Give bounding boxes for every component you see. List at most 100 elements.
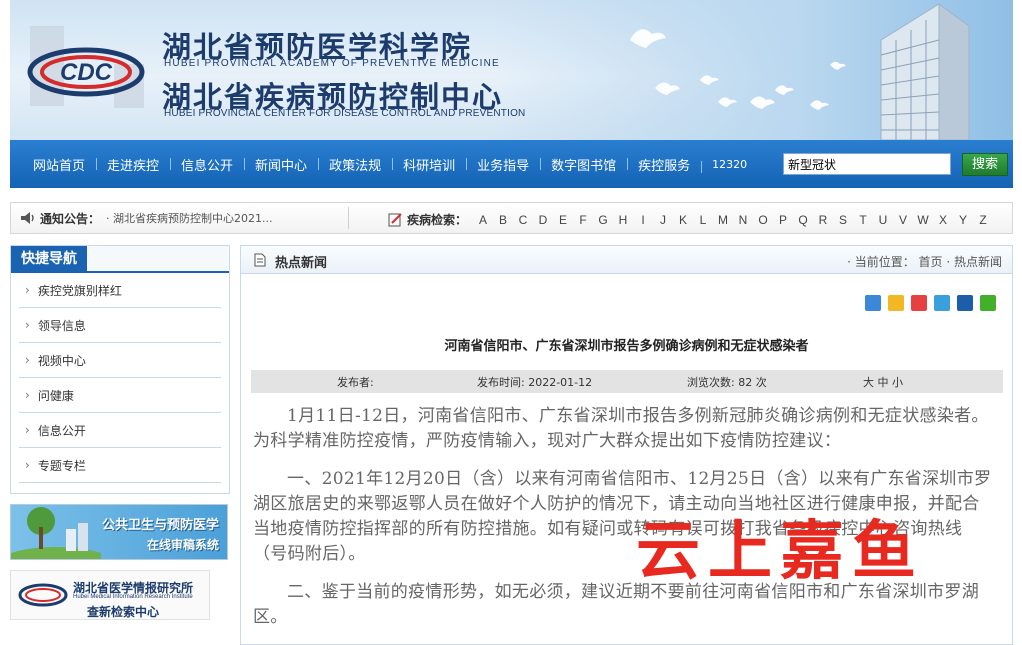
quick-nav-title: 快捷导航 bbox=[11, 246, 87, 273]
search-center-label: 查新检索中心 bbox=[87, 605, 160, 619]
nav-about[interactable]: 走进疾控 bbox=[96, 155, 170, 174]
chevron-right-icon: › bbox=[25, 458, 30, 472]
letter-j[interactable]: J bbox=[653, 213, 673, 227]
letter-y[interactable]: Y bbox=[953, 213, 973, 227]
quick-nav-panel: 快捷导航 › 疾控党旗别样红 › 领导信息 › 视频中心 › 问健康 › 信息公开 › 专题… bbox=[10, 245, 230, 494]
meta-publisher: 发布者: bbox=[337, 376, 374, 389]
nav-research[interactable]: 科研培训 bbox=[392, 155, 466, 174]
letter-e[interactable]: E bbox=[553, 213, 573, 227]
sidebar-item-video[interactable]: › 视频中心 bbox=[19, 343, 221, 378]
disease-index: 疾病检索： A B C D E F G H I J K L M N O P Q … bbox=[387, 211, 993, 228]
speaker-icon bbox=[21, 212, 34, 224]
institute-name-en: Hubei Medical Information Research Insti… bbox=[73, 594, 193, 600]
meta-views: 浏览次数: 82 次 bbox=[687, 376, 767, 389]
notice-divider bbox=[348, 207, 349, 229]
search-button[interactable]: 搜索 bbox=[962, 153, 1008, 176]
sidebar-item-label: 疾控党旗别样红 bbox=[37, 283, 122, 298]
notice-label: 通知公告： bbox=[40, 211, 101, 226]
letter-b[interactable]: B bbox=[493, 213, 513, 227]
letter-v[interactable]: V bbox=[893, 213, 913, 227]
letter-w[interactable]: W bbox=[913, 213, 933, 227]
chevron-right-icon: › bbox=[25, 388, 30, 402]
share-qzone-icon[interactable] bbox=[888, 295, 904, 311]
sidebar-item-topics[interactable]: › 专题专栏 bbox=[19, 448, 221, 483]
sidebar-item-party[interactable]: › 疾控党旗别样红 bbox=[19, 273, 221, 308]
nav-news[interactable]: 新闻中心 bbox=[244, 155, 318, 174]
letter-d[interactable]: D bbox=[533, 213, 553, 227]
article-title: 河南省信阳市、广东省深圳市报告多例确诊病例和无症状感染者 bbox=[444, 339, 809, 354]
article-paragraph: 1月11日-12日，河南省信阳市、广东省深圳市报告多例新冠肺炎确诊病例和无症状感… bbox=[253, 406, 989, 451]
building-illustration bbox=[880, 3, 970, 140]
nav-home[interactable]: 网站首页 bbox=[22, 155, 96, 174]
search-input[interactable] bbox=[783, 153, 951, 175]
sidebar-item-label: 问健康 bbox=[37, 388, 74, 403]
sidebar-item-label: 领导信息 bbox=[37, 318, 86, 333]
letter-s[interactable]: S bbox=[833, 213, 853, 227]
notice-link[interactable]: · 湖北省疾病预防控制中心2021... bbox=[106, 210, 326, 226]
sidebar-item-leaders[interactable]: › 领导信息 bbox=[19, 308, 221, 343]
notice-bar: 通知公告： · 湖北省疾病预防控制中心2021... 疾病检索： A B C D… bbox=[10, 202, 1013, 234]
letter-l[interactable]: L bbox=[693, 213, 713, 227]
chevron-right-icon: › bbox=[25, 353, 30, 367]
letter-t[interactable]: T bbox=[853, 213, 873, 227]
font-size-switcher[interactable]: 大 中 小 bbox=[863, 374, 903, 390]
document-icon bbox=[254, 253, 266, 267]
letter-u[interactable]: U bbox=[873, 213, 893, 227]
cdc-logo[interactable]: CDC bbox=[24, 24, 148, 110]
share-renren-icon[interactable] bbox=[957, 295, 973, 311]
letter-o[interactable]: O bbox=[753, 213, 773, 227]
institute-logo bbox=[18, 583, 68, 607]
nav-policy[interactable]: 政策法规 bbox=[318, 155, 392, 174]
main-nav: 网站首页 走进疾控 信息公开 新闻中心 政策法规 科研培训 业务指导 数字图书馆… bbox=[10, 140, 1013, 188]
breadcrumb[interactable]: · 当前位置： 首页 · 热点新闻 bbox=[847, 253, 1002, 270]
chevron-right-icon: › bbox=[25, 423, 30, 437]
sidebar-item-label: 视频中心 bbox=[37, 353, 86, 368]
journal-banner-line1: 公共卫生与预防医学 bbox=[101, 518, 219, 533]
meta-date: 发布时间: 2022-01-12 bbox=[477, 376, 593, 389]
letter-f[interactable]: F bbox=[573, 213, 593, 227]
chevron-right-icon: › bbox=[25, 318, 30, 332]
share-wechat-icon[interactable] bbox=[980, 295, 996, 311]
disease-index-label: 疾病检索： bbox=[407, 213, 468, 227]
article-meta: 发布者: 发布时间: 2022-01-12 浏览次数: 82 次 大 中 小 bbox=[251, 370, 1003, 393]
nav-info-public[interactable]: 信息公开 bbox=[170, 155, 244, 174]
letter-z[interactable]: Z bbox=[973, 213, 993, 227]
journal-review-banner[interactable]: 公共卫生与预防医学 在线审稿系统 bbox=[10, 504, 228, 560]
nav-library[interactable]: 数字图书馆 bbox=[540, 155, 627, 174]
doves-decoration bbox=[630, 29, 846, 110]
letter-c[interactable]: C bbox=[513, 213, 533, 227]
letter-m[interactable]: M bbox=[713, 213, 733, 227]
sidebar-item-label: 信息公开 bbox=[37, 423, 86, 438]
letter-x[interactable]: X bbox=[933, 213, 953, 227]
nav-guidance[interactable]: 业务指导 bbox=[466, 155, 540, 174]
letter-g[interactable]: G bbox=[593, 213, 613, 227]
letter-n[interactable]: N bbox=[733, 213, 753, 227]
watermark: 云上嘉鱼 bbox=[636, 514, 924, 589]
letter-h[interactable]: H bbox=[613, 213, 633, 227]
sidebar-item-label: 专题专栏 bbox=[37, 458, 86, 473]
sidebar-item-health-qa[interactable]: › 问健康 bbox=[19, 378, 221, 413]
site-header: CDC 湖北省预防医学科学院 HUBEI PROVINCIAL ACADEMY … bbox=[10, 0, 1013, 140]
share-toolbar bbox=[858, 295, 996, 311]
letter-k[interactable]: K bbox=[673, 213, 693, 227]
title-cdc-en: HUBEI PROVINCIAL CENTER FOR DISEASE CONT… bbox=[164, 108, 526, 119]
share-weibo-icon[interactable] bbox=[911, 295, 927, 311]
share-tqq-icon[interactable] bbox=[934, 295, 950, 311]
landscape-illustration bbox=[11, 507, 101, 559]
journal-banner-line2: 在线审稿系统 bbox=[146, 538, 219, 552]
letter-r[interactable]: R bbox=[813, 213, 833, 227]
chevron-right-icon: › bbox=[25, 283, 30, 297]
nav-services[interactable]: 疾控服务 bbox=[627, 155, 701, 174]
title-academy-en: HUBEI PROVINCIAL ACADEMY OF PREVENTIVE M… bbox=[164, 58, 500, 69]
svg-text:CDC: CDC bbox=[60, 59, 113, 86]
letter-i[interactable]: I bbox=[633, 213, 653, 227]
letter-p[interactable]: P bbox=[773, 213, 793, 227]
letter-q[interactable]: Q bbox=[793, 213, 813, 227]
share-more-icon[interactable] bbox=[865, 295, 881, 311]
quick-nav-header: 快捷导航 bbox=[11, 246, 229, 273]
letter-a[interactable]: A bbox=[473, 213, 493, 227]
section-title: 热点新闻 bbox=[275, 256, 328, 271]
info-institute-banner[interactable]: 湖北省医学情报研究所 Hubei Medical Information Res… bbox=[10, 570, 210, 620]
sidebar-item-info-public[interactable]: › 信息公开 bbox=[19, 413, 221, 448]
nav-hotline[interactable]: 12320 bbox=[701, 158, 758, 173]
